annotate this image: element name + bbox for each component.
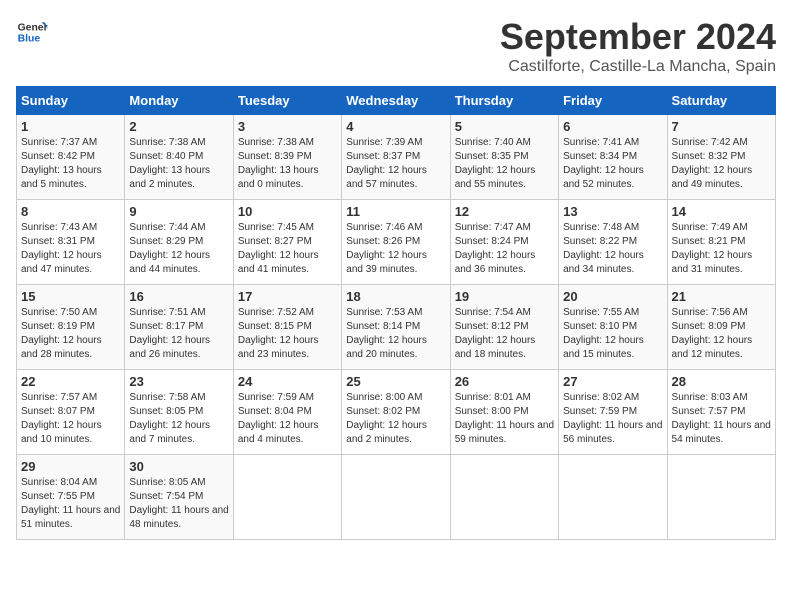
logo-icon: General Blue [16, 16, 48, 48]
table-row [233, 455, 341, 540]
week-row-5: 29Sunrise: 8:04 AMSunset: 7:55 PMDayligh… [17, 455, 776, 540]
table-row: 11Sunrise: 7:46 AMSunset: 8:26 PMDayligh… [342, 200, 450, 285]
table-row: 12Sunrise: 7:47 AMSunset: 8:24 PMDayligh… [450, 200, 558, 285]
table-row: 30Sunrise: 8:05 AMSunset: 7:54 PMDayligh… [125, 455, 233, 540]
header-saturday: Saturday [667, 87, 775, 115]
table-row [667, 455, 775, 540]
title-area: September 2024 Castilforte, Castille-La … [500, 16, 776, 76]
logo: General Blue [16, 16, 48, 48]
page-header: General Blue September 2024 Castilforte,… [16, 16, 776, 76]
table-row: 8Sunrise: 7:43 AMSunset: 8:31 PMDaylight… [17, 200, 125, 285]
header-row: Sunday Monday Tuesday Wednesday Thursday… [17, 87, 776, 115]
table-row: 23Sunrise: 7:58 AMSunset: 8:05 PMDayligh… [125, 370, 233, 455]
table-row: 7Sunrise: 7:42 AMSunset: 8:32 PMDaylight… [667, 115, 775, 200]
table-row: 14Sunrise: 7:49 AMSunset: 8:21 PMDayligh… [667, 200, 775, 285]
table-row: 5Sunrise: 7:40 AMSunset: 8:35 PMDaylight… [450, 115, 558, 200]
table-row: 18Sunrise: 7:53 AMSunset: 8:14 PMDayligh… [342, 285, 450, 370]
location-title: Castilforte, Castille-La Mancha, Spain [500, 58, 776, 76]
header-friday: Friday [559, 87, 667, 115]
table-row: 25Sunrise: 8:00 AMSunset: 8:02 PMDayligh… [342, 370, 450, 455]
table-row: 19Sunrise: 7:54 AMSunset: 8:12 PMDayligh… [450, 285, 558, 370]
week-row-4: 22Sunrise: 7:57 AMSunset: 8:07 PMDayligh… [17, 370, 776, 455]
table-row: 29Sunrise: 8:04 AMSunset: 7:55 PMDayligh… [17, 455, 125, 540]
svg-text:Blue: Blue [18, 34, 41, 45]
table-row: 24Sunrise: 7:59 AMSunset: 8:04 PMDayligh… [233, 370, 341, 455]
table-row: 21Sunrise: 7:56 AMSunset: 8:09 PMDayligh… [667, 285, 775, 370]
header-monday: Monday [125, 87, 233, 115]
table-row: 22Sunrise: 7:57 AMSunset: 8:07 PMDayligh… [17, 370, 125, 455]
table-row: 16Sunrise: 7:51 AMSunset: 8:17 PMDayligh… [125, 285, 233, 370]
table-row [450, 455, 558, 540]
table-row: 6Sunrise: 7:41 AMSunset: 8:34 PMDaylight… [559, 115, 667, 200]
table-row: 27Sunrise: 8:02 AMSunset: 7:59 PMDayligh… [559, 370, 667, 455]
table-row: 1Sunrise: 7:37 AMSunset: 8:42 PMDaylight… [17, 115, 125, 200]
month-title: September 2024 [500, 16, 776, 58]
table-row: 9Sunrise: 7:44 AMSunset: 8:29 PMDaylight… [125, 200, 233, 285]
header-wednesday: Wednesday [342, 87, 450, 115]
week-row-2: 8Sunrise: 7:43 AMSunset: 8:31 PMDaylight… [17, 200, 776, 285]
table-row: 4Sunrise: 7:39 AMSunset: 8:37 PMDaylight… [342, 115, 450, 200]
table-row: 20Sunrise: 7:55 AMSunset: 8:10 PMDayligh… [559, 285, 667, 370]
header-sunday: Sunday [17, 87, 125, 115]
table-row: 15Sunrise: 7:50 AMSunset: 8:19 PMDayligh… [17, 285, 125, 370]
table-row: 2Sunrise: 7:38 AMSunset: 8:40 PMDaylight… [125, 115, 233, 200]
table-row [559, 455, 667, 540]
table-row [342, 455, 450, 540]
table-row: 26Sunrise: 8:01 AMSunset: 8:00 PMDayligh… [450, 370, 558, 455]
week-row-3: 15Sunrise: 7:50 AMSunset: 8:19 PMDayligh… [17, 285, 776, 370]
week-row-1: 1Sunrise: 7:37 AMSunset: 8:42 PMDaylight… [17, 115, 776, 200]
header-thursday: Thursday [450, 87, 558, 115]
table-row: 10Sunrise: 7:45 AMSunset: 8:27 PMDayligh… [233, 200, 341, 285]
table-row: 28Sunrise: 8:03 AMSunset: 7:57 PMDayligh… [667, 370, 775, 455]
table-row: 3Sunrise: 7:38 AMSunset: 8:39 PMDaylight… [233, 115, 341, 200]
header-tuesday: Tuesday [233, 87, 341, 115]
table-row: 17Sunrise: 7:52 AMSunset: 8:15 PMDayligh… [233, 285, 341, 370]
calendar-table: Sunday Monday Tuesday Wednesday Thursday… [16, 86, 776, 540]
table-row: 13Sunrise: 7:48 AMSunset: 8:22 PMDayligh… [559, 200, 667, 285]
